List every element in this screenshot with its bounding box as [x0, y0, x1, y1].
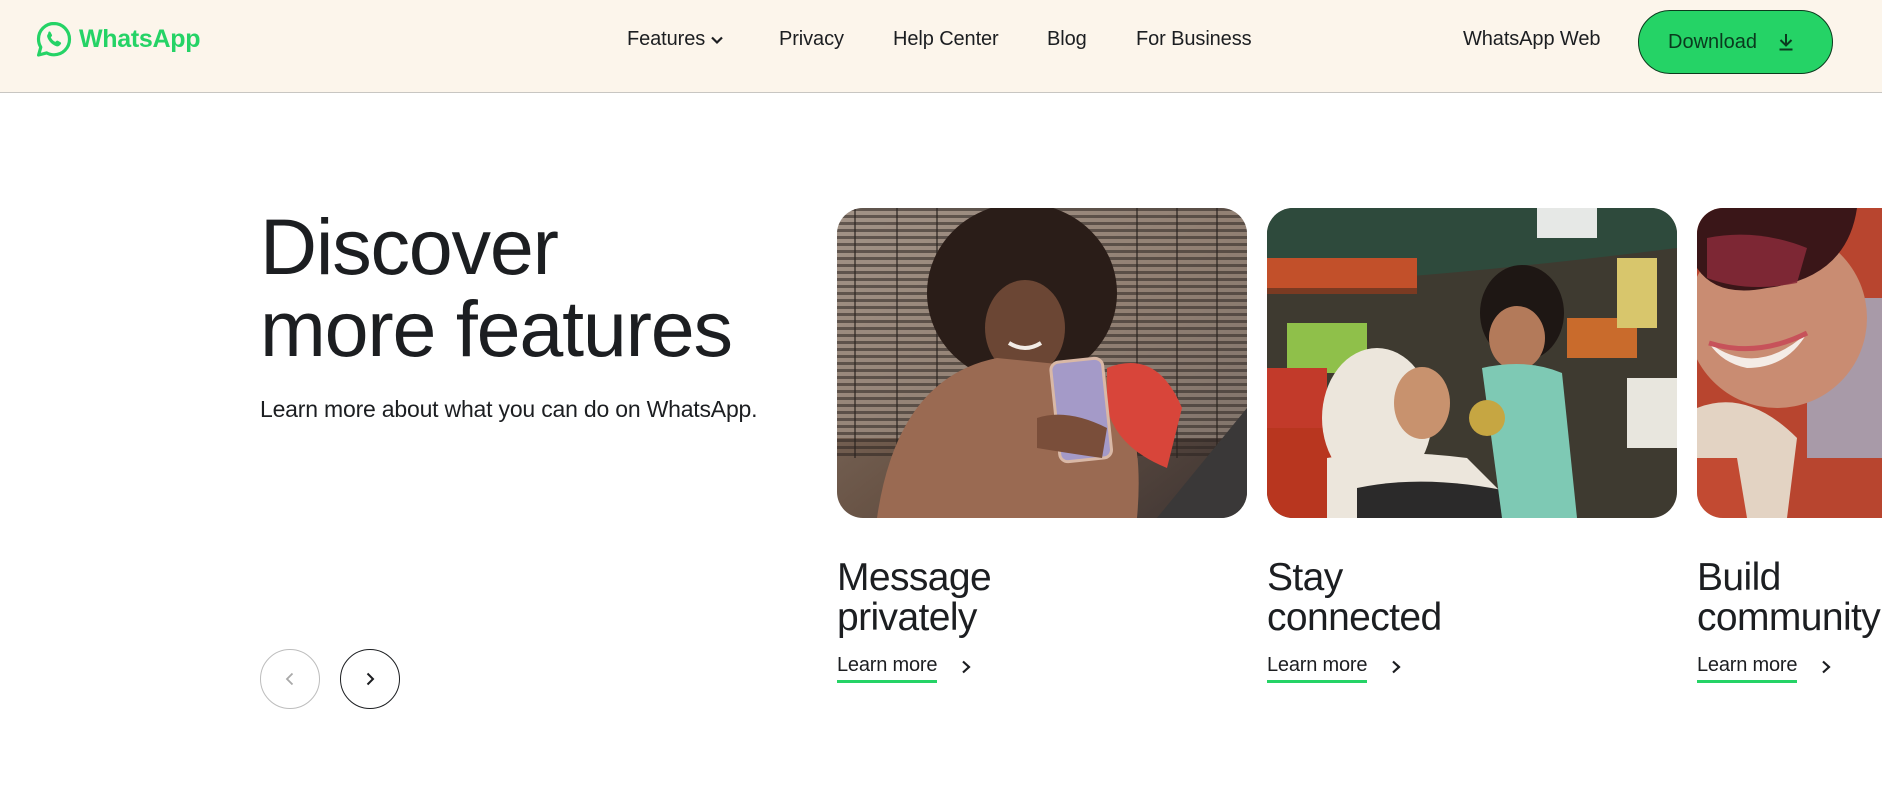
card-title: Message privately: [837, 558, 1247, 638]
download-label: Download: [1668, 30, 1757, 53]
carousel-next-button[interactable]: [340, 649, 400, 709]
feature-card: Build community Learn more: [1697, 208, 1882, 683]
card-title-line2: privately: [837, 596, 977, 639]
feature-card: Stay connected Learn more: [1267, 208, 1677, 683]
feature-card: Message privately Learn more: [837, 208, 1247, 683]
learn-more-label: Learn more: [1697, 654, 1797, 683]
hero-subtitle: Learn more about what you can do on What…: [260, 396, 758, 422]
card-image-build-community[interactable]: [1697, 208, 1882, 518]
site-header: WhatsApp Features Privacy Help Center Bl…: [0, 0, 1882, 93]
nav-privacy[interactable]: Privacy: [779, 28, 844, 51]
card-title-line1: Message: [837, 556, 992, 599]
woman-with-phone-image: [837, 208, 1247, 518]
nav-features-label: Features: [627, 28, 706, 50]
chevron-right-icon: [366, 672, 375, 686]
whatsapp-web-link[interactable]: WhatsApp Web: [1463, 28, 1600, 51]
whatsapp-logo[interactable]: WhatsApp: [34, 19, 201, 59]
card-image-stay-connected[interactable]: [1267, 208, 1677, 518]
hero-heading: Discover more features: [260, 202, 733, 373]
learn-more-link[interactable]: Learn more: [837, 654, 1247, 683]
logo-text: WhatsApp: [79, 24, 201, 53]
nav-for-business[interactable]: For Business: [1136, 28, 1252, 51]
card-image-message-privately[interactable]: [837, 208, 1247, 518]
card-title-line2: community: [1697, 596, 1881, 639]
grandmother-and-child-image: [1267, 208, 1677, 518]
chevron-right-icon: [962, 660, 971, 673]
smiling-person-image: [1697, 208, 1882, 518]
chevron-left-icon: [285, 672, 294, 686]
carousel-prev-button[interactable]: [260, 649, 320, 709]
nav-features-dropdown[interactable]: Features: [627, 28, 724, 51]
download-arrow-icon: [1779, 34, 1793, 51]
chevron-right-icon: [1822, 660, 1831, 673]
whatsapp-logo-icon: [36, 21, 72, 57]
learn-more-link[interactable]: Learn more: [1267, 654, 1677, 683]
hero-heading-line1: Discover: [260, 202, 559, 291]
chevron-right-icon: [1392, 660, 1401, 673]
hero-heading-line2: more features: [260, 284, 733, 373]
learn-more-label: Learn more: [1267, 654, 1367, 683]
card-title-line1: Build: [1697, 556, 1781, 599]
learn-more-label: Learn more: [837, 654, 937, 683]
chevron-down-icon: [711, 36, 723, 44]
nav-blog[interactable]: Blog: [1047, 28, 1087, 51]
card-title: Stay connected: [1267, 558, 1677, 638]
card-title-line2: connected: [1267, 596, 1442, 639]
learn-more-link[interactable]: Learn more: [1697, 654, 1882, 683]
card-title: Build community: [1697, 558, 1882, 638]
card-title-line1: Stay: [1267, 556, 1343, 599]
download-button[interactable]: Download: [1638, 10, 1833, 74]
nav-help-center[interactable]: Help Center: [893, 28, 999, 51]
